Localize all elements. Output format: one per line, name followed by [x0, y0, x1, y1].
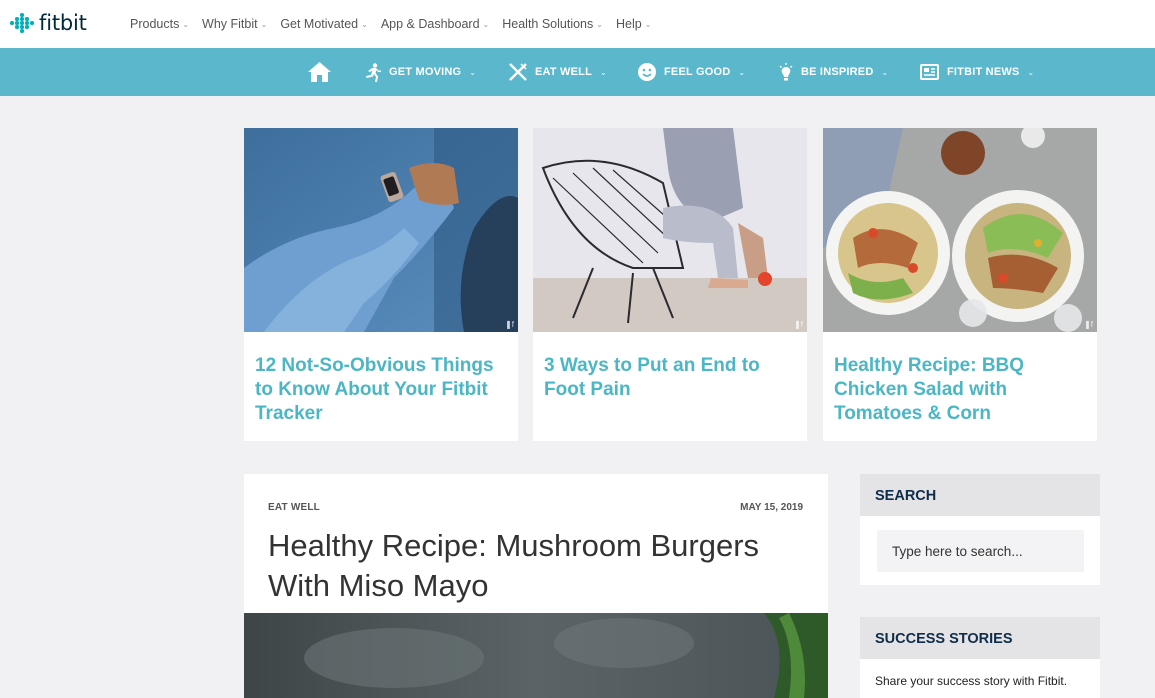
menu-label: App & Dashboard: [380, 17, 480, 31]
nav-be-inspired[interactable]: BE INSPIRED ⌄: [779, 48, 888, 96]
chevron-down-icon: ⌄: [260, 19, 268, 29]
menu-item-help[interactable]: Help ⌄: [616, 17, 651, 31]
article-date: MAY 15, 2019: [740, 502, 803, 513]
watermark-icon: ❚f: [794, 320, 803, 329]
menu-label: Health Solutions: [502, 17, 594, 31]
nav-label: GET MOVING: [389, 66, 462, 78]
nav-get-moving[interactable]: GET MOVING ⌄: [364, 48, 476, 96]
chevron-down-icon: ⌄: [182, 19, 190, 29]
top-navigation: fitbit Products ⌄ Why Fitbit ⌄ Get Motivat…: [0, 0, 1155, 48]
card-title[interactable]: 12 Not-So-Obvious Things to Know About Y…: [244, 332, 518, 426]
nav-label: FITBIT NEWS: [947, 66, 1020, 78]
watermark-icon: ❚f: [505, 320, 514, 329]
chevron-down-icon: ⌄: [469, 67, 476, 77]
smile-icon: [638, 63, 656, 81]
success-stories-text: Share your success story with Fitbit.: [875, 674, 1068, 688]
chevron-down-icon: ⌄: [600, 67, 607, 77]
success-stories-widget: SUCCESS STORIES Share your success story…: [860, 617, 1100, 698]
logo-wordmark: fitbit: [39, 11, 87, 35]
running-icon: [366, 62, 381, 82]
fitbit-logo[interactable]: fitbit: [10, 12, 87, 34]
nav-label: EAT WELL: [535, 66, 592, 78]
card-image-chicken-salad: ❚f: [823, 128, 1097, 332]
chevron-down-icon: ⌄: [482, 19, 490, 29]
nav-label: BE INSPIRED: [801, 66, 874, 78]
newspaper-icon: [920, 64, 939, 80]
card-image-fitness-tracker: ❚f: [244, 128, 518, 332]
featured-card[interactable]: ❚f 3 Ways to Put an End to Foot Pain: [533, 128, 807, 441]
featured-card[interactable]: ❚f 12 Not-So-Obvious Things to Know Abou…: [244, 128, 518, 441]
search-input[interactable]: [877, 530, 1084, 572]
chevron-down-icon: ⌄: [596, 19, 603, 29]
menu-item-app-dashboard[interactable]: App & Dashboard ⌄: [381, 17, 489, 31]
widget-heading: SUCCESS STORIES: [860, 617, 1100, 659]
nav-feel-good[interactable]: FEEL GOOD ⌄: [638, 48, 745, 96]
card-title[interactable]: 3 Ways to Put an End to Foot Pain: [533, 332, 807, 402]
menu-label: Products: [130, 17, 180, 31]
fitbit-dots-icon: [10, 12, 34, 34]
nav-eat-well[interactable]: EAT WELL ⌄: [509, 48, 607, 96]
card-image-foot-pain: ❚f: [533, 128, 807, 332]
menu-item-health-solutions[interactable]: Health Solutions ⌄: [502, 17, 603, 31]
nav-fitbit-news[interactable]: FITBIT NEWS ⌄: [920, 48, 1034, 96]
widget-heading: SEARCH: [860, 474, 1100, 516]
featured-card[interactable]: ❚f Healthy Recipe: BBQ Chicken Salad wit…: [823, 128, 1097, 441]
article-hero-image[interactable]: [244, 613, 828, 698]
search-widget: SEARCH: [860, 474, 1100, 585]
menu-label: Get Motivated: [280, 17, 359, 31]
card-title[interactable]: Healthy Recipe: BBQ Chicken Salad with T…: [823, 332, 1097, 426]
chevron-down-icon: ⌄: [361, 19, 368, 29]
chevron-down-icon: ⌄: [881, 67, 889, 77]
article-title[interactable]: Healthy Recipe: Mushroom Burgers With Mi…: [268, 526, 808, 606]
nav-home[interactable]: [308, 48, 331, 96]
menu-label: Why Fitbit: [202, 17, 258, 31]
home-icon: [308, 62, 331, 82]
chevron-down-icon: ⌄: [644, 19, 652, 29]
section-navigation: GET MOVING ⌄ EAT WELL ⌄ FEEL GOOD ⌄ BE INSP…: [0, 48, 1155, 96]
menu-item-why-fitbit[interactable]: Why Fitbit ⌄: [202, 17, 267, 31]
watermark-icon: ❚f: [1084, 320, 1093, 329]
fork-knife-icon: [509, 63, 527, 81]
chevron-down-icon: ⌄: [738, 67, 746, 77]
menu-item-products[interactable]: Products ⌄: [130, 17, 189, 31]
menu-label: Help: [615, 17, 642, 31]
article-preview: EAT WELL MAY 15, 2019 Healthy Recipe: Mu…: [244, 474, 828, 698]
article-category[interactable]: EAT WELL: [268, 502, 320, 513]
chevron-down-icon: ⌄: [1027, 67, 1035, 77]
lightbulb-icon: [779, 62, 793, 80]
nav-label: FEEL GOOD: [664, 66, 731, 78]
main-menu: Products ⌄ Why Fitbit ⌄ Get Motivated ⌄ App…: [130, 0, 664, 48]
menu-item-get-motivated[interactable]: Get Motivated ⌄: [280, 17, 368, 31]
